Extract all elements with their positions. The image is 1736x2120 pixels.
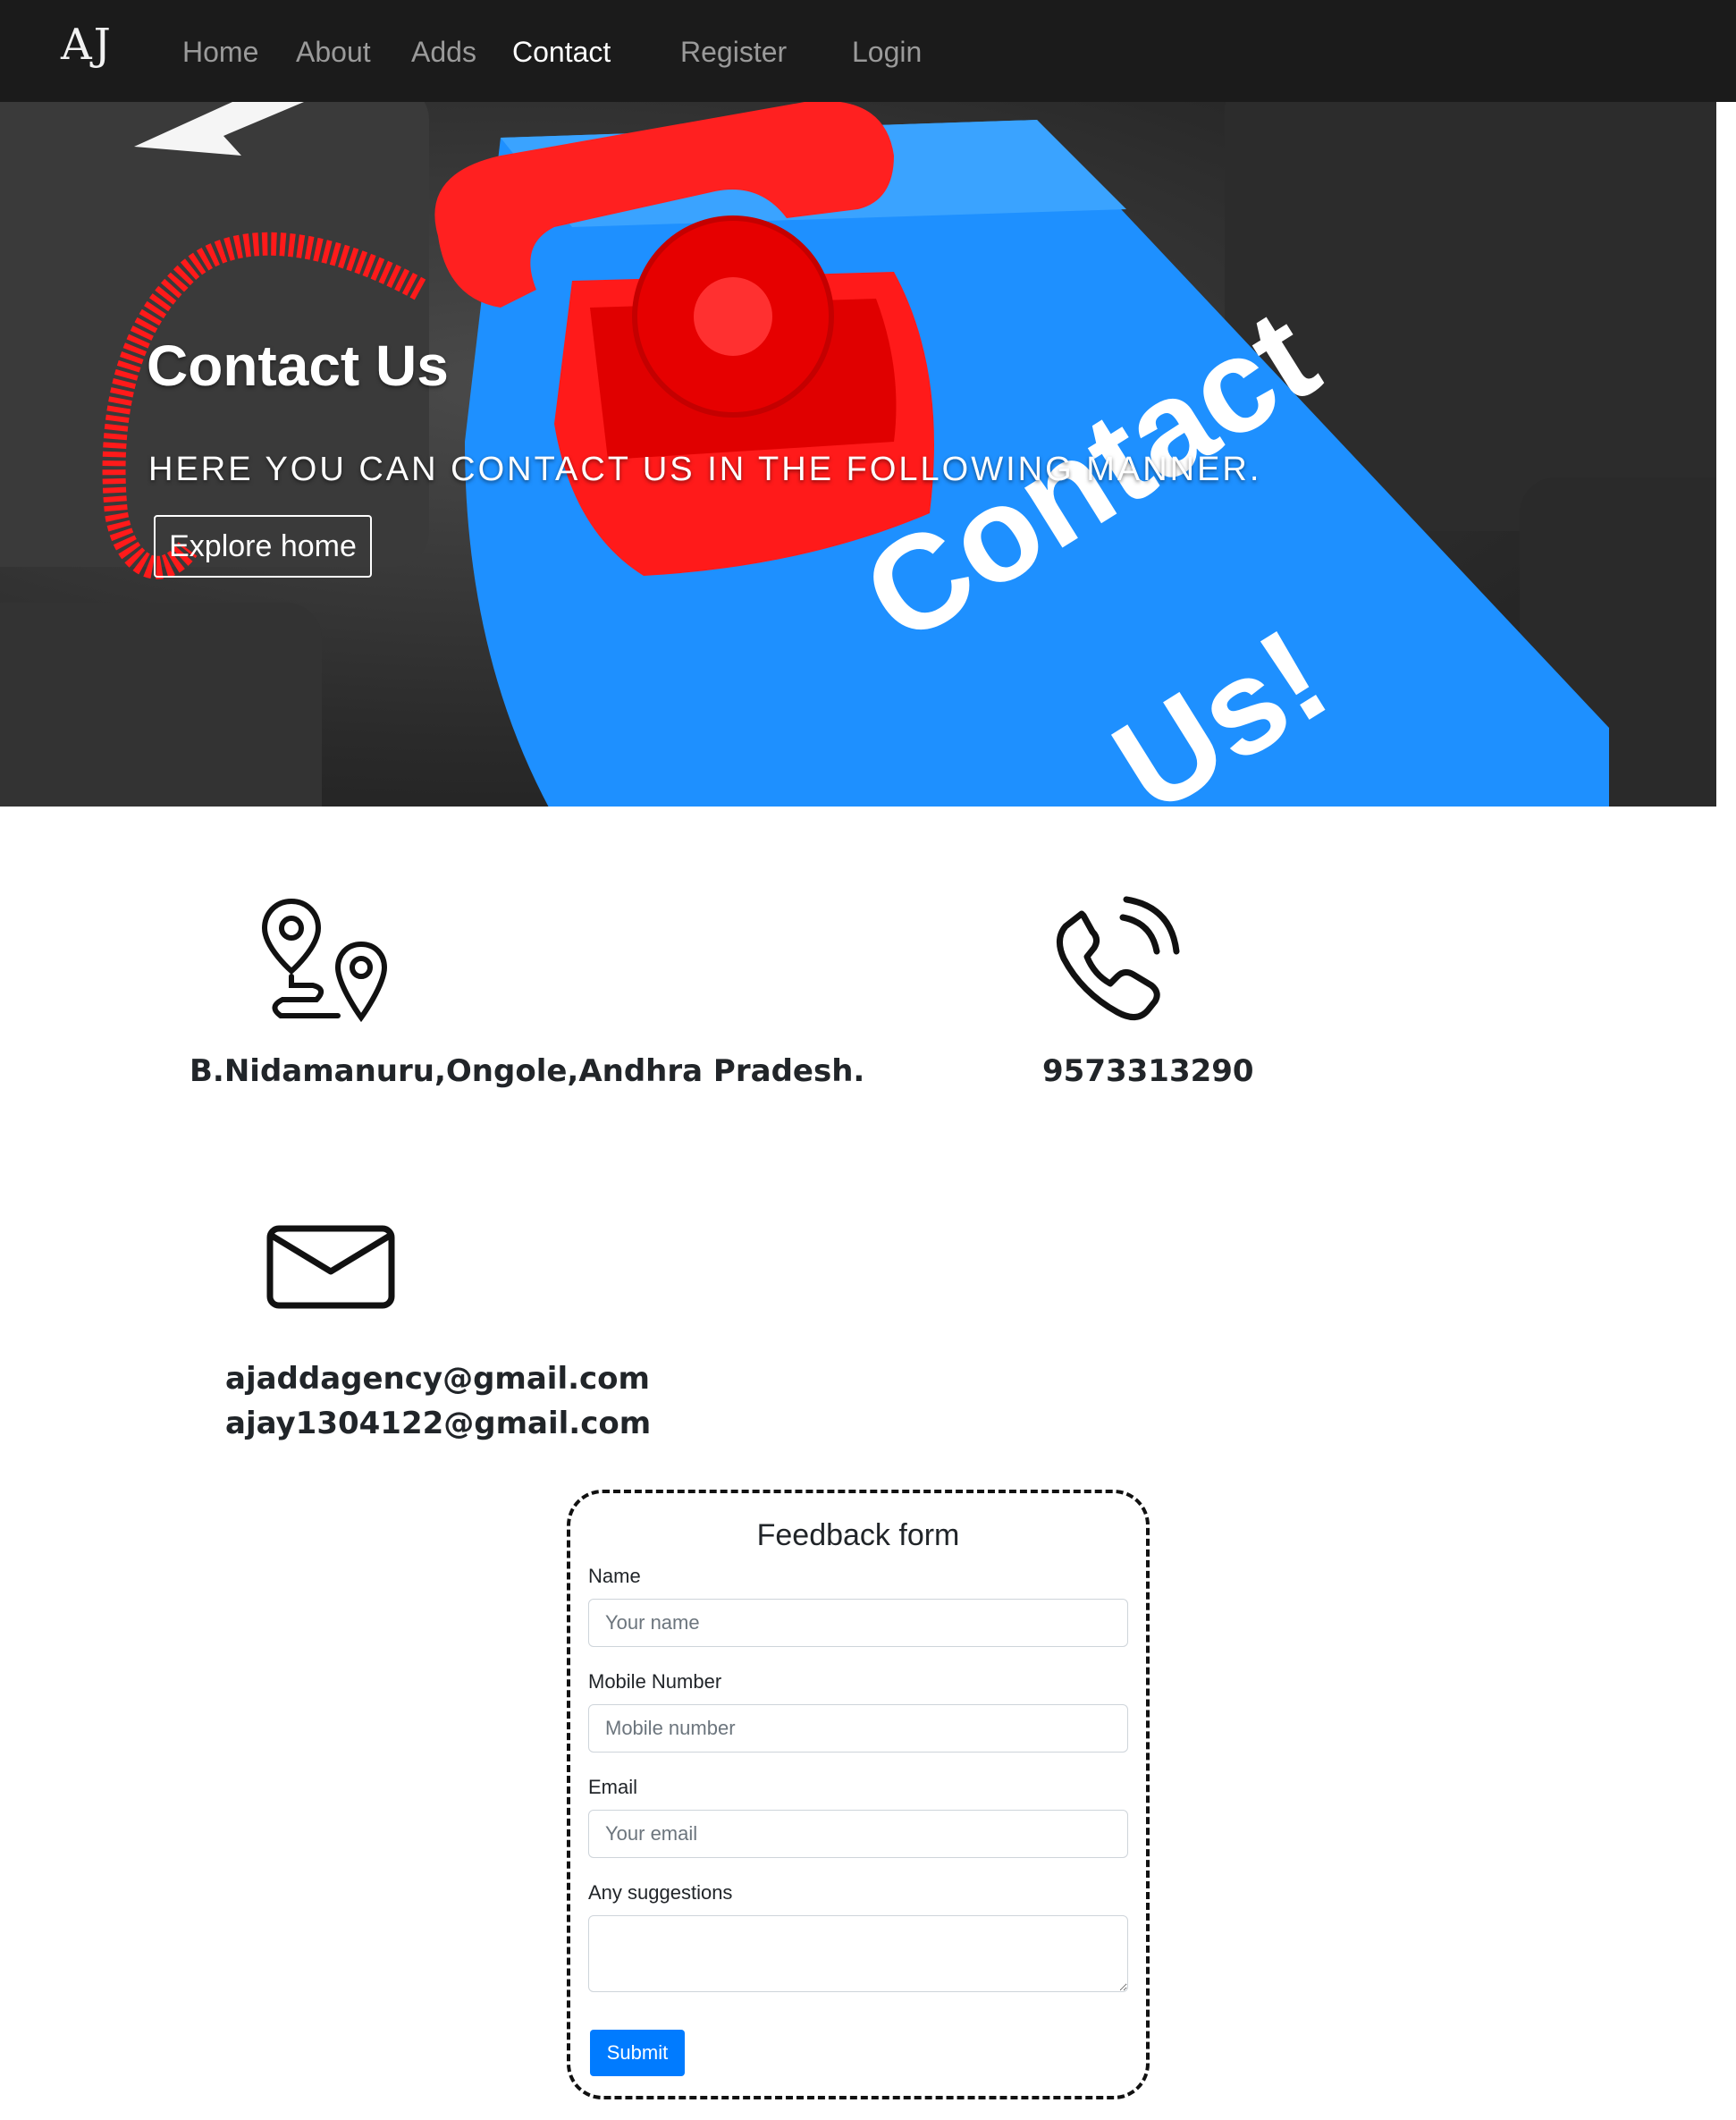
- navbar: AJ Home About Adds Contact Register Logi…: [0, 0, 1736, 102]
- hero-subtitle: HERE YOU CAN CONTACT US IN THE FOLLOWING…: [148, 451, 1262, 488]
- rotary-dial-center: [694, 277, 772, 356]
- envelope-icon: [266, 1225, 395, 1309]
- submit-button[interactable]: Submit: [590, 2030, 685, 2076]
- email-input[interactable]: [588, 1810, 1128, 1858]
- nav-about[interactable]: About: [296, 36, 371, 69]
- email-text-1: ajaddagency@gmail.com: [225, 1361, 650, 1397]
- form-title: Feedback form: [756, 1518, 960, 1552]
- brand-logo[interactable]: AJ: [61, 20, 113, 70]
- hero-title: Contact Us: [147, 334, 449, 398]
- mobile-input[interactable]: [588, 1704, 1128, 1753]
- phone-number-text: 9573313290: [1042, 1053, 1254, 1089]
- nav-home[interactable]: Home: [182, 36, 258, 69]
- nav-contact[interactable]: Contact: [512, 36, 611, 69]
- suggestions-label: Any suggestions: [588, 1881, 733, 1904]
- address-text: B.Nidamanuru,Ongole,Andhra Pradesh.: [190, 1053, 865, 1089]
- nav-login[interactable]: Login: [852, 36, 922, 69]
- mobile-label: Mobile Number: [588, 1670, 722, 1693]
- name-label: Name: [588, 1565, 641, 1587]
- phone-call-icon: [1057, 896, 1180, 1020]
- explore-home-button[interactable]: Explore home: [154, 515, 372, 578]
- email-text-2: ajay1304122@gmail.com: [225, 1406, 652, 1441]
- email-label: Email: [588, 1776, 638, 1798]
- hero-banner: Contact Us! Contact Us HERE YOU CAN CONT…: [0, 102, 1716, 807]
- suggestions-textarea[interactable]: [588, 1915, 1128, 1992]
- feedback-form: Feedback form Name Mobile Number Email A…: [567, 1490, 1150, 2099]
- name-input[interactable]: [588, 1599, 1128, 1647]
- keyboard-key: [0, 603, 322, 807]
- nav-adds[interactable]: Adds: [411, 36, 476, 69]
- nav-register[interactable]: Register: [680, 36, 787, 69]
- location-pins-icon: [261, 898, 388, 1023]
